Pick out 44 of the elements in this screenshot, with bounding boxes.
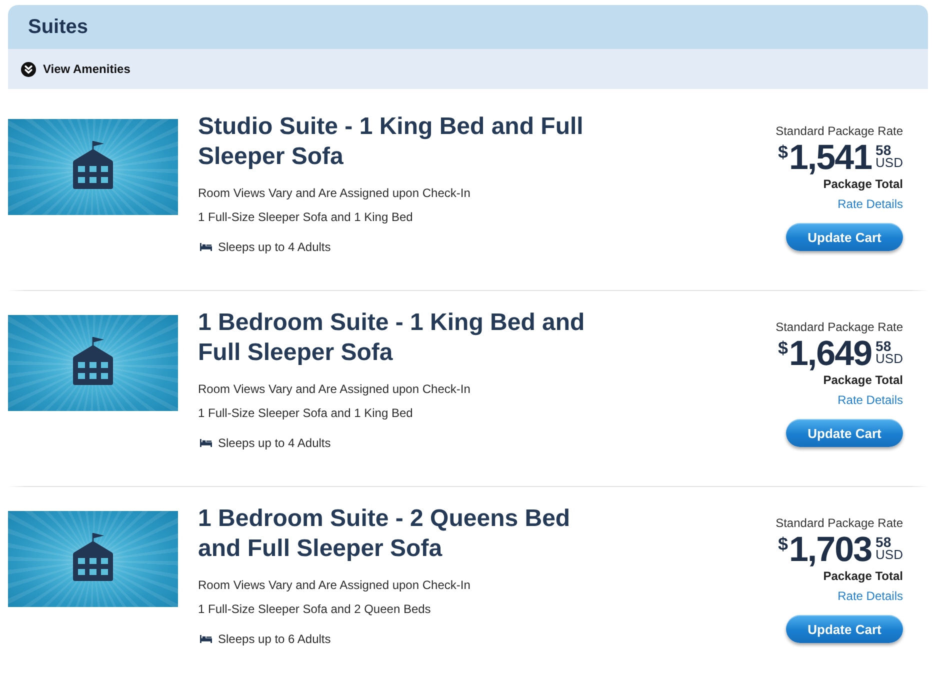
sleeps-capacity: Sleeps up to 4 Adults bbox=[218, 240, 331, 254]
room-detail: 1 Full-Size Sleeper Sofa and 1 King Bed bbox=[198, 209, 414, 226]
currency-code: USD bbox=[876, 352, 903, 365]
currency-code: USD bbox=[876, 548, 903, 561]
package-total-label: Package Total bbox=[823, 373, 903, 387]
rate-label: Standard Package Rate bbox=[776, 516, 903, 530]
house-icon bbox=[73, 533, 113, 581]
rate-details-link[interactable]: Rate Details bbox=[838, 393, 903, 407]
currency-code: USD bbox=[876, 156, 903, 169]
update-cart-button[interactable]: Update Cart bbox=[786, 615, 903, 643]
room-detail: Room Views Vary and Are Assigned upon Check-In bbox=[198, 185, 472, 202]
sleeps-capacity: Sleeps up to 4 Adults bbox=[218, 436, 331, 450]
rate-label: Standard Package Rate bbox=[776, 320, 903, 334]
house-icon bbox=[73, 337, 113, 385]
update-cart-button[interactable]: Update Cart bbox=[786, 419, 903, 447]
room-detail: Room Views Vary and Are Assigned upon Check-In bbox=[198, 381, 472, 398]
section-title: Suites bbox=[28, 15, 88, 39]
currency-symbol: $ bbox=[778, 143, 788, 161]
currency-symbol: $ bbox=[778, 339, 788, 357]
room-title: Studio Suite - 1 King Bed and Full Sleeper Sofa bbox=[198, 112, 584, 172]
price-amount: 1,649 bbox=[788, 337, 872, 371]
room-detail: Room Views Vary and Are Assigned upon Check-In bbox=[198, 577, 472, 594]
rate-label: Standard Package Rate bbox=[776, 124, 903, 138]
rate-details-link[interactable]: Rate Details bbox=[838, 589, 903, 603]
bed-icon bbox=[200, 635, 212, 643]
price-amount: 1,541 bbox=[788, 141, 872, 175]
bed-icon bbox=[200, 439, 212, 447]
house-icon bbox=[73, 141, 113, 189]
room-title: 1 Bedroom Suite - 2 Queens Bed and Full Sleeper Sofa bbox=[198, 504, 572, 564]
price-cents: 58 bbox=[876, 340, 892, 352]
price-cents: 58 bbox=[876, 536, 892, 548]
price-cents: 58 bbox=[876, 144, 892, 156]
update-cart-button[interactable]: Update Cart bbox=[786, 223, 903, 251]
room-detail: 1 Full-Size Sleeper Sofa and 2 Queen Beds bbox=[198, 601, 432, 618]
view-amenities-toggle[interactable]: View Amenities bbox=[21, 62, 130, 76]
rate-details-link[interactable]: Rate Details bbox=[838, 197, 903, 211]
bed-icon bbox=[200, 243, 212, 251]
package-total-label: Package Total bbox=[823, 569, 903, 583]
room-detail: 1 Full-Size Sleeper Sofa and 1 King Bed bbox=[198, 405, 414, 422]
room-title: 1 Bedroom Suite - 1 King Bed and Full Sleeper Sofa bbox=[198, 308, 586, 368]
package-total-label: Package Total bbox=[823, 177, 903, 191]
currency-symbol: $ bbox=[778, 535, 788, 553]
sleeps-capacity: Sleeps up to 6 Adults bbox=[218, 632, 331, 646]
price-amount: 1,703 bbox=[788, 533, 872, 567]
